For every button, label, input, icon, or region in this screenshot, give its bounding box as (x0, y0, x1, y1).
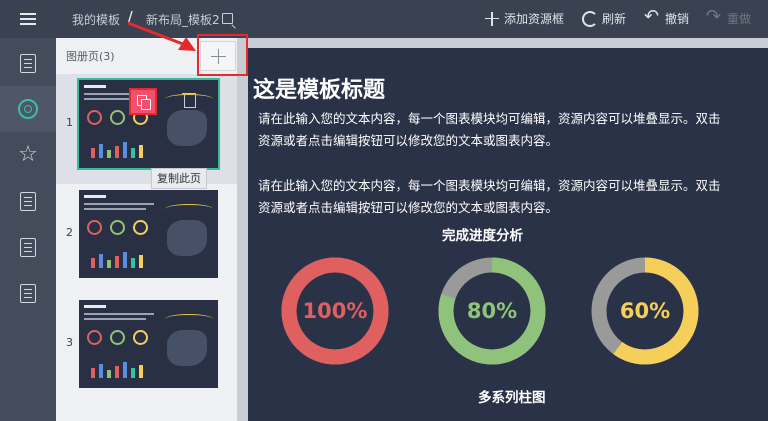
page-document-icon (20, 283, 36, 303)
page-thumbnail[interactable] (79, 190, 218, 278)
undo-label: 撤销 (665, 12, 690, 26)
nav-item-document[interactable] (0, 40, 56, 86)
donut-label-2: 80% (466, 299, 518, 323)
bar-chart-title: 多系列柱图 (478, 390, 546, 406)
refresh-button[interactable]: 刷新 (582, 10, 626, 27)
text-block-1[interactable]: 请在此输入您的文本内容，每一个图表模块均可编辑，资源内容可以堆叠显示。双击资源或… (258, 108, 728, 152)
nav-item-target[interactable] (0, 86, 56, 132)
hamburger-menu-icon[interactable] (0, 0, 56, 38)
panel-divider[interactable] (237, 38, 248, 421)
list-document-icon (20, 191, 36, 211)
delete-page-icon[interactable] (181, 90, 197, 112)
top-bar: 我的模板 / 新布局_模板2 添加资源框 刷新 撤销 重做 (0, 0, 768, 38)
redo-icon (706, 6, 723, 27)
add-resource-button[interactable]: 添加资源框 (484, 10, 564, 27)
donut-label-3: 60% (619, 299, 671, 323)
page-item-1[interactable]: 1 复制此页 (56, 74, 237, 189)
breadcrumb-root[interactable]: 我的模板 (72, 11, 120, 28)
star-icon: ☆ (18, 142, 38, 167)
refresh-icon (582, 10, 598, 27)
document-icon (20, 53, 36, 73)
undo-button[interactable]: 撤销 (644, 6, 690, 27)
pages-panel-title: 图册页(3) (66, 50, 115, 63)
canvas-top-strip (248, 38, 768, 48)
undo-icon (644, 6, 661, 27)
add-resource-label: 添加资源框 (504, 12, 565, 26)
refresh-label: 刷新 (602, 12, 627, 26)
page-item-2[interactable]: 2 (56, 184, 237, 294)
edit-name-icon[interactable] (222, 13, 233, 24)
page-number: 2 (66, 226, 73, 239)
annotation-arrow-icon (127, 21, 196, 51)
text-block-2[interactable]: 请在此输入您的文本内容，每一个图表模块均可编辑，资源内容可以堆叠显示。双击资源或… (258, 175, 728, 219)
left-nav: ☆ (0, 38, 56, 421)
progress-chart-title: 完成进度分析 (442, 228, 523, 244)
page-item-3[interactable]: 3 (56, 294, 237, 404)
search-document-icon (20, 237, 36, 257)
template-canvas[interactable]: 这是模板标题 请在此输入您的文本内容，每一个图表模块均可编辑，资源内容可以堆叠显… (248, 48, 768, 421)
nav-item-page-document[interactable] (0, 270, 56, 316)
page-number: 3 (66, 336, 73, 349)
page-thumbnail[interactable] (79, 300, 218, 388)
redo-button[interactable]: 重做 (706, 6, 752, 27)
copy-page-icon[interactable] (129, 88, 157, 115)
page-number: 1 (66, 116, 73, 129)
donut-label-1: 100% (302, 299, 368, 323)
plus-icon (484, 11, 500, 27)
annotation-highlight-box (197, 34, 248, 76)
nav-item-list-document[interactable] (0, 178, 56, 224)
template-title[interactable]: 这是模板标题 (253, 72, 385, 104)
target-icon (18, 99, 38, 119)
nav-item-star[interactable]: ☆ (0, 132, 56, 178)
redo-label: 重做 (727, 12, 752, 26)
pages-panel: 图册页(3) 1 复制此页 2 3 (56, 38, 237, 421)
nav-item-search-document[interactable] (0, 224, 56, 270)
